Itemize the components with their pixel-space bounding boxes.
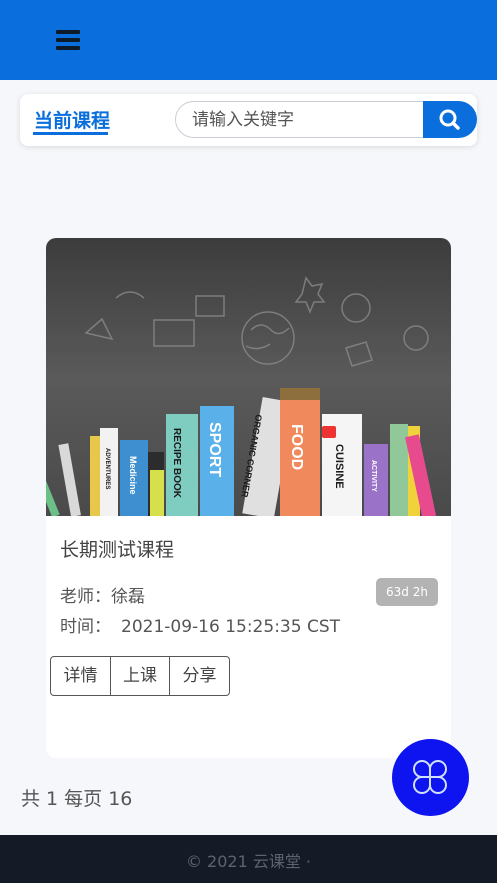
book-recipe-book: RECIPE BOOK — [171, 428, 182, 499]
course-title[interactable]: 长期测试课程 — [60, 535, 174, 562]
attend-class-button[interactable]: 上课 — [109, 656, 171, 696]
pagination-summary: 共 1 每页 16 — [21, 788, 133, 810]
teacher-row: 老师：徐磊 — [60, 582, 145, 607]
book-activity: ACTIVITY — [370, 460, 377, 492]
details-button[interactable]: 详情 — [50, 656, 111, 696]
search-button[interactable] — [423, 101, 477, 138]
teacher-name: 徐磊 — [111, 587, 145, 607]
clover-menu-icon — [413, 760, 447, 794]
time-value: 2021-09-16 15:25:35 CST — [121, 617, 340, 637]
duration-badge: 63d 2h — [376, 578, 438, 606]
book-medicine: Medicine — [128, 456, 138, 495]
book-sport: SPORT — [206, 422, 223, 477]
active-tab-indicator — [33, 132, 108, 135]
tab-current-courses[interactable]: 当前课程 — [34, 106, 110, 133]
search-toolbar: 当前课程 — [20, 94, 477, 146]
book-adventures: ADVENTURES — [104, 448, 110, 489]
time-row: 时间： 2021-09-16 15:25:35 CST — [60, 612, 340, 637]
book-cuisine: CUISINE — [333, 444, 345, 489]
course-action-buttons: 详情 上课 分享 — [50, 656, 230, 696]
book-food: FOOD — [288, 424, 305, 470]
floating-action-button[interactable] — [392, 739, 469, 816]
search-icon — [439, 109, 460, 130]
top-app-bar — [0, 0, 497, 80]
teacher-label: 老师： — [60, 587, 111, 607]
hamburger-menu-icon[interactable] — [56, 30, 80, 50]
share-button[interactable]: 分享 — [169, 656, 230, 696]
search-input[interactable] — [175, 101, 425, 138]
copyright-text: © 2021 云课堂 · — [185, 852, 312, 871]
course-card: RECIPE BOOK SPORT ORGANIC CORNER FOOD CU… — [46, 238, 451, 758]
footer: © 2021 云课堂 · — [0, 835, 497, 883]
course-cover-image: RECIPE BOOK SPORT ORGANIC CORNER FOOD CU… — [46, 238, 451, 516]
time-label: 时间： — [60, 617, 111, 637]
